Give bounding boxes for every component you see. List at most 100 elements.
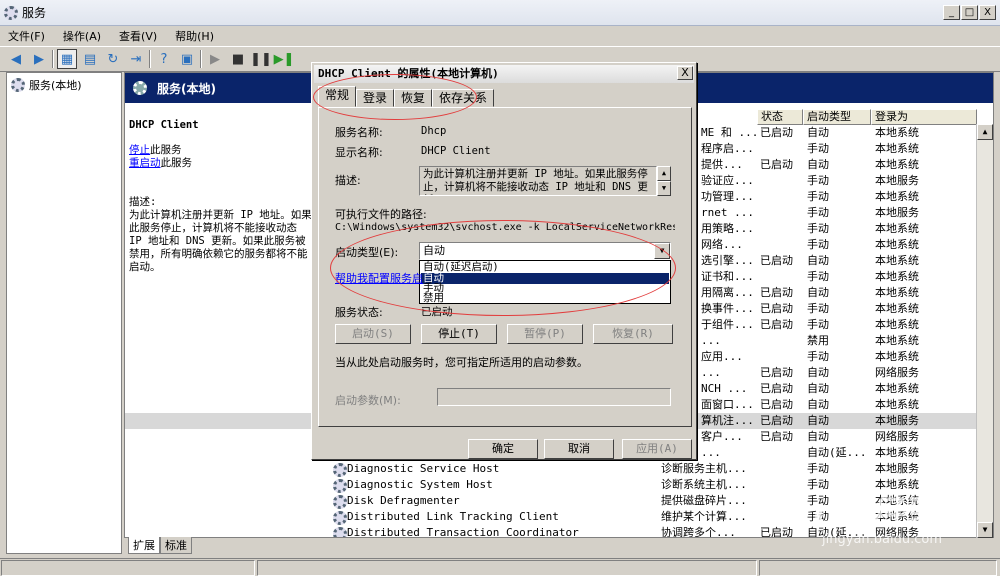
ok-button[interactable]: 确定 — [468, 439, 538, 459]
service-status: 已启动 — [760, 302, 793, 315]
export-icon[interactable]: ⇥ — [126, 49, 146, 69]
properties-icon[interactable]: ▤ — [80, 49, 100, 69]
service-logon-as: 本地系统 — [875, 222, 919, 235]
service-startup-type: 手动 — [807, 302, 829, 315]
service-name: Distributed Link Tracking Client — [347, 510, 559, 523]
service-logon-as: 本地系统 — [875, 302, 919, 315]
refresh-icon[interactable]: ↻ — [103, 49, 123, 69]
back-icon[interactable]: ◀ — [6, 49, 26, 69]
service-startup-type: 自动 — [807, 158, 829, 171]
vertical-scrollbar[interactable]: ▲ ▼ — [976, 124, 993, 538]
service-gear-icon — [333, 479, 347, 493]
watermark-logo: Bai du 经验 — [741, 494, 942, 534]
service-description: 诊断系统主机... — [661, 478, 747, 491]
service-status: 已启动 — [760, 366, 793, 379]
service-startup-type: 手动 — [807, 350, 829, 363]
service-description: NCH ... — [701, 382, 748, 395]
scroll-down-icon[interactable]: ▼ — [977, 522, 993, 538]
service-description: 用隔离... — [701, 286, 754, 299]
service-description: 用策略... — [701, 222, 754, 235]
description-box[interactable]: 为此计算机注册并更新 IP 地址。如果此服务停止，计算机将不能接收动态 IP 地… — [419, 166, 657, 196]
menu-file[interactable]: 文件(F) — [8, 28, 45, 44]
console-tree: 服务(本地) — [6, 72, 122, 554]
service-startup-type: 自动 — [807, 430, 829, 443]
stop-button[interactable]: 停止(T) — [421, 324, 497, 344]
service-logon-as: 本地系统 — [875, 158, 919, 171]
pause-button[interactable]: 暂停(P) — [507, 324, 583, 344]
menu-action[interactable]: 操作(A) — [63, 28, 101, 44]
service-logon-as: 本地系统 — [875, 318, 919, 331]
table-row[interactable]: Diagnostic Service Host 诊断服务主机... 手动 本地服务 — [125, 461, 993, 477]
menu-help[interactable]: 帮助(H) — [175, 28, 214, 44]
column-logon-as[interactable]: 登录为 — [871, 109, 977, 125]
service-description: 提供磁盘碎片... — [661, 494, 747, 507]
service-startup-type: 自动 — [807, 126, 829, 139]
service-description: 选引擎... — [701, 254, 754, 267]
scroll-down-icon[interactable]: ▼ — [657, 181, 671, 196]
startup-params-input[interactable] — [437, 388, 671, 406]
service-description: rnet ... — [701, 206, 754, 219]
service-description: ... — [701, 446, 721, 459]
service-description: 换事件... — [701, 302, 754, 315]
service-gear-icon — [333, 495, 347, 509]
services-gear-icon — [133, 81, 147, 95]
service-description: 验证应... — [701, 174, 754, 187]
service-logon-as: 本地服务 — [875, 414, 919, 427]
column-status[interactable]: 状态 — [757, 109, 803, 125]
tree-node-services-local[interactable]: 服务(本地) — [11, 77, 82, 93]
stop-icon[interactable]: ■ — [228, 49, 248, 69]
service-description: 网络... — [701, 238, 743, 251]
service-startup-type: 自动 — [807, 254, 829, 267]
service-startup-type: 手动 — [807, 222, 829, 235]
status-segment — [1, 560, 255, 576]
forward-icon[interactable]: ▶ — [29, 49, 49, 69]
service-status: 已启动 — [760, 158, 793, 171]
services-gear-icon — [11, 78, 25, 92]
resume-button[interactable]: 恢复(R) — [593, 324, 673, 344]
service-startup-type: 自动 — [807, 398, 829, 411]
service-startup-type: 手动 — [807, 190, 829, 203]
dialog-close-button[interactable]: X — [677, 66, 693, 80]
column-startup-type[interactable]: 启动类型 — [803, 109, 871, 125]
description-scroll[interactable]: ▲ ▼ — [657, 166, 671, 196]
service-status: 已启动 — [760, 414, 793, 427]
start-button[interactable]: 启动(S) — [335, 324, 411, 344]
cancel-button[interactable]: 取消 — [544, 439, 614, 459]
service-status-label: 服务状态: — [335, 306, 383, 319]
display-name-value: DHCP Client — [421, 145, 491, 157]
service-logon-as: 本地系统 — [875, 270, 919, 283]
annotation-ellipse-tab — [313, 74, 477, 120]
tab-standard[interactable]: 标准 — [160, 537, 192, 554]
service-gear-icon — [333, 527, 347, 537]
service-name-label: 服务名称: — [335, 126, 383, 139]
minimize-button[interactable]: _ — [943, 5, 960, 20]
apply-button[interactable]: 应用(A) — [622, 439, 692, 459]
service-logon-as: 本地系统 — [875, 238, 919, 251]
help-icon[interactable]: ? — [154, 49, 174, 69]
tree-node-label: 服务(本地) — [29, 79, 82, 92]
console-icon[interactable]: ▣ — [177, 49, 197, 69]
service-description: 于组件... — [701, 318, 754, 331]
service-startup-type: 手动 — [807, 270, 829, 283]
service-logon-as: 本地系统 — [875, 190, 919, 203]
service-startup-type: 自动 — [807, 414, 829, 427]
service-name: Disk Defragmenter — [347, 494, 460, 507]
status-segment — [257, 560, 757, 576]
scroll-up-icon[interactable]: ▲ — [657, 166, 671, 181]
restart-icon[interactable]: ▶❚ — [274, 49, 295, 69]
service-status: 已启动 — [760, 286, 793, 299]
menu-view[interactable]: 查看(V) — [119, 28, 157, 44]
scroll-up-icon[interactable]: ▲ — [977, 124, 993, 140]
pause-icon[interactable]: ❚❚ — [250, 49, 272, 69]
service-logon-as: 本地服务 — [875, 174, 919, 187]
window-titlebar: 服务 _ □ X — [0, 0, 1000, 26]
status-bar — [0, 558, 1000, 576]
show-tree-icon[interactable]: ▦ — [57, 49, 77, 69]
startup-params-label: 启动参数(M): — [335, 394, 401, 407]
service-startup-type: 手动 — [807, 238, 829, 251]
play-icon[interactable]: ▶ — [205, 49, 225, 69]
service-startup-type: 禁用 — [807, 334, 829, 347]
tab-extended[interactable]: 扩展 — [128, 537, 160, 554]
close-window-button[interactable]: X — [979, 5, 996, 20]
maximize-button[interactable]: □ — [961, 5, 978, 20]
